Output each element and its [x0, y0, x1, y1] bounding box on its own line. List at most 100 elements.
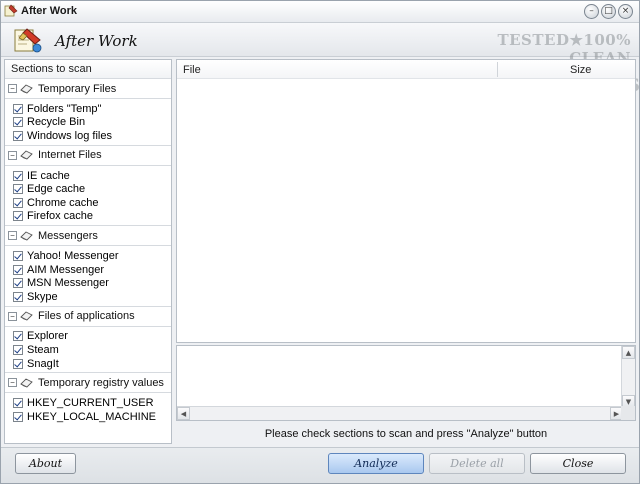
- item-label: Windows log files: [27, 129, 112, 142]
- app-window: After Work – □ × After Work TESTED★100% …: [0, 0, 640, 484]
- item-label: Skype: [27, 290, 58, 303]
- section-item[interactable]: Folders "Temp": [5, 102, 171, 116]
- sections-panel: Sections to scan − Temporary Files Folde…: [4, 59, 172, 444]
- file-list[interactable]: File Size: [176, 59, 636, 343]
- section-item[interactable]: MSN Messenger: [5, 276, 171, 290]
- checkbox[interactable]: [13, 184, 23, 195]
- checkbox[interactable]: [13, 117, 23, 128]
- section-item[interactable]: Yahoo! Messenger: [5, 249, 171, 263]
- checkbox[interactable]: [13, 250, 23, 261]
- section-item[interactable]: Windows log files: [5, 129, 171, 143]
- group-header[interactable]: − Messengers: [5, 226, 171, 245]
- log-textarea[interactable]: ▲ ▼ ◀ ▶: [176, 345, 636, 421]
- checkbox[interactable]: [13, 103, 23, 114]
- group-header[interactable]: − Temporary Files: [5, 79, 171, 98]
- group-label: Temporary registry values: [38, 376, 164, 389]
- section-item[interactable]: Chrome cache: [5, 196, 171, 210]
- collapse-icon[interactable]: −: [8, 378, 17, 388]
- section-item[interactable]: Firefox cache: [5, 210, 171, 224]
- checkbox[interactable]: [13, 130, 23, 141]
- horizontal-scrollbar[interactable]: ◀ ▶: [177, 406, 623, 420]
- item-label: Explorer: [27, 330, 68, 343]
- item-label: Edge cache: [27, 183, 86, 196]
- checkbox[interactable]: [13, 344, 23, 355]
- group-header[interactable]: − Files of applications: [5, 307, 171, 326]
- broom-logo-icon: [14, 28, 42, 53]
- group-items: IE cache Edge cache Chrome cache Firefox…: [5, 166, 171, 225]
- group-items: Yahoo! Messenger AIM Messenger MSN Messe…: [5, 246, 171, 305]
- group-label: Messengers: [38, 229, 98, 242]
- vertical-scrollbar[interactable]: ▲ ▼: [621, 346, 635, 408]
- group-internet-files: − Internet Files: [5, 144, 171, 166]
- section-item[interactable]: Skype: [5, 290, 171, 304]
- item-label: Folders "Temp": [27, 102, 102, 115]
- collapse-icon[interactable]: −: [8, 150, 17, 160]
- section-item[interactable]: Steam: [5, 343, 171, 357]
- group-messengers: − Messengers: [5, 225, 171, 247]
- section-item[interactable]: HKEY_LOCAL_MACHINE: [5, 410, 171, 424]
- app-icon: [4, 4, 18, 17]
- title-bar[interactable]: After Work – □ ×: [1, 1, 639, 23]
- app-header: After Work: [1, 23, 639, 57]
- section-item[interactable]: Explorer: [5, 330, 171, 344]
- column-header-size[interactable]: Size: [570, 64, 591, 76]
- scroll-corner: [621, 406, 635, 420]
- section-item[interactable]: AIM Messenger: [5, 263, 171, 277]
- item-label: Steam: [27, 343, 59, 356]
- maximize-icon[interactable]: □: [601, 4, 616, 19]
- window-title: After Work: [21, 5, 78, 17]
- group-temporary-files: − Temporary Files: [5, 79, 171, 99]
- about-button[interactable]: About: [15, 453, 76, 474]
- group-header[interactable]: − Internet Files: [5, 146, 171, 165]
- checkbox[interactable]: [13, 264, 23, 275]
- item-label: Chrome cache: [27, 196, 99, 209]
- collapse-icon[interactable]: −: [8, 231, 17, 241]
- eraser-icon: [20, 83, 33, 94]
- scroll-up-icon[interactable]: ▲: [622, 346, 635, 359]
- checkbox[interactable]: [13, 331, 23, 342]
- checkbox[interactable]: [13, 358, 23, 369]
- group-items: HKEY_CURRENT_USER HKEY_LOCAL_MACHINE: [5, 393, 171, 425]
- item-label: SnagIt: [27, 357, 59, 370]
- close-button[interactable]: Close: [530, 453, 626, 474]
- checkbox[interactable]: [13, 398, 23, 409]
- item-label: Firefox cache: [27, 210, 94, 223]
- minimize-icon[interactable]: –: [584, 4, 599, 19]
- group-label: Files of applications: [38, 310, 135, 323]
- item-label: HKEY_LOCAL_MACHINE: [27, 410, 156, 423]
- group-items: Folders "Temp" Recycle Bin Windows log f…: [5, 99, 171, 145]
- analyze-button[interactable]: Analyze: [328, 453, 424, 474]
- section-item[interactable]: SnagIt: [5, 357, 171, 371]
- checkbox[interactable]: [13, 411, 23, 422]
- item-label: HKEY_CURRENT_USER: [27, 397, 154, 410]
- item-label: IE cache: [27, 169, 70, 182]
- window-controls: – □ ×: [584, 4, 633, 19]
- group-items: Explorer Steam SnagIt: [5, 327, 171, 373]
- close-icon[interactable]: ×: [618, 4, 633, 19]
- scroll-left-icon[interactable]: ◀: [177, 407, 190, 420]
- section-item[interactable]: HKEY_CURRENT_USER: [5, 396, 171, 410]
- column-header-file[interactable]: File: [183, 64, 201, 76]
- sections-header: Sections to scan: [5, 60, 171, 79]
- delete-all-button[interactable]: Delete all: [429, 453, 525, 474]
- collapse-icon[interactable]: −: [8, 311, 17, 321]
- footer-bar: About Analyze Delete all Close: [1, 447, 639, 483]
- checkbox[interactable]: [13, 278, 23, 289]
- section-item[interactable]: IE cache: [5, 169, 171, 183]
- item-label: Recycle Bin: [27, 116, 86, 129]
- column-divider[interactable]: [497, 62, 498, 77]
- eraser-icon: [20, 311, 33, 321]
- group-label: Temporary Files: [38, 82, 117, 95]
- section-item[interactable]: Recycle Bin: [5, 116, 171, 130]
- checkbox[interactable]: [13, 197, 23, 208]
- checkbox[interactable]: [13, 170, 23, 181]
- group-header[interactable]: − Temporary registry values: [5, 373, 171, 392]
- checkbox[interactable]: [13, 211, 23, 222]
- group-label: Internet Files: [38, 149, 102, 162]
- section-item[interactable]: Edge cache: [5, 182, 171, 196]
- file-list-header: File Size: [177, 60, 635, 79]
- item-label: Yahoo! Messenger: [27, 249, 119, 262]
- checkbox[interactable]: [13, 291, 23, 302]
- collapse-icon[interactable]: −: [8, 84, 17, 93]
- eraser-icon: [20, 150, 33, 160]
